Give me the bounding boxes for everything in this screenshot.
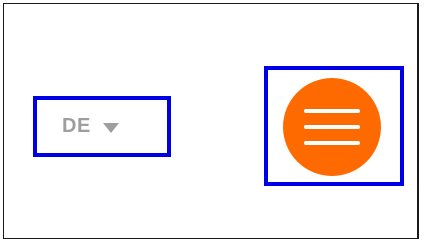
language-selector-label: DE [62,115,91,137]
menu-icon-bar-bottom [304,141,360,145]
menu-button[interactable] [283,78,381,176]
caret-down-icon [102,122,119,133]
language-selector[interactable]: DE [37,100,167,153]
hamburger-menu-icon [304,109,360,145]
menu-icon-bar-top [304,109,360,113]
menu-icon-bar-middle [304,125,360,129]
